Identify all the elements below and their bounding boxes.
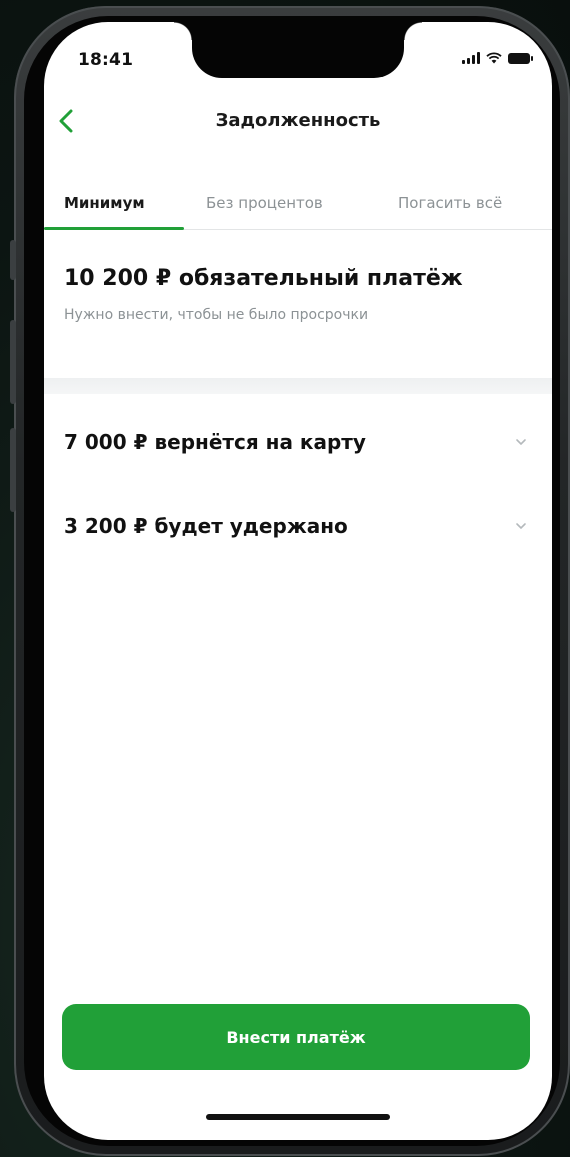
tab-minimum[interactable]: Минимум: [64, 194, 145, 212]
notch: [174, 22, 422, 78]
side-button-silent: [10, 240, 16, 280]
chevron-down-icon: [516, 523, 526, 530]
tab-bar: Минимум Без процентов Погасить всё: [44, 174, 552, 230]
breakdown-row-refund[interactable]: 7 000 ₽ вернётся на карту: [64, 422, 534, 462]
app-screen: 18:41 Задолженность Минимум Без проценто…: [44, 22, 552, 1140]
required-payment-subtitle: Нужно внести, чтобы не было просрочки: [64, 307, 369, 323]
breakdown-row-withheld[interactable]: 3 200 ₽ будет удержано: [64, 506, 534, 546]
wifi-icon: [486, 52, 502, 64]
breakdown-label: 7 000 ₽ вернётся на карту: [64, 430, 366, 454]
status-time: 18:41: [78, 50, 134, 70]
status-icons: [462, 52, 533, 64]
tab-pay-all[interactable]: Погасить всё: [398, 194, 502, 212]
side-button-volume-down: [10, 428, 16, 512]
payment-summary: 10 200 ₽ обязательный платёж Нужно внест…: [64, 266, 532, 323]
make-payment-button[interactable]: Внести платёж: [62, 1004, 530, 1070]
breakdown-label: 3 200 ₽ будет удержано: [64, 514, 348, 538]
page-title: Задолженность: [215, 110, 381, 131]
required-payment-title: 10 200 ₽ обязательный платёж: [64, 266, 463, 291]
section-divider: [44, 378, 552, 394]
home-indicator: [206, 1114, 390, 1120]
active-tab-indicator: [44, 227, 184, 230]
battery-icon: [508, 53, 533, 64]
side-button-volume-up: [10, 320, 16, 404]
tab-no-interest[interactable]: Без процентов: [206, 194, 323, 212]
signal-icon: [462, 52, 480, 64]
chevron-down-icon: [516, 439, 526, 446]
nav-bar: Задолженность: [44, 100, 552, 144]
